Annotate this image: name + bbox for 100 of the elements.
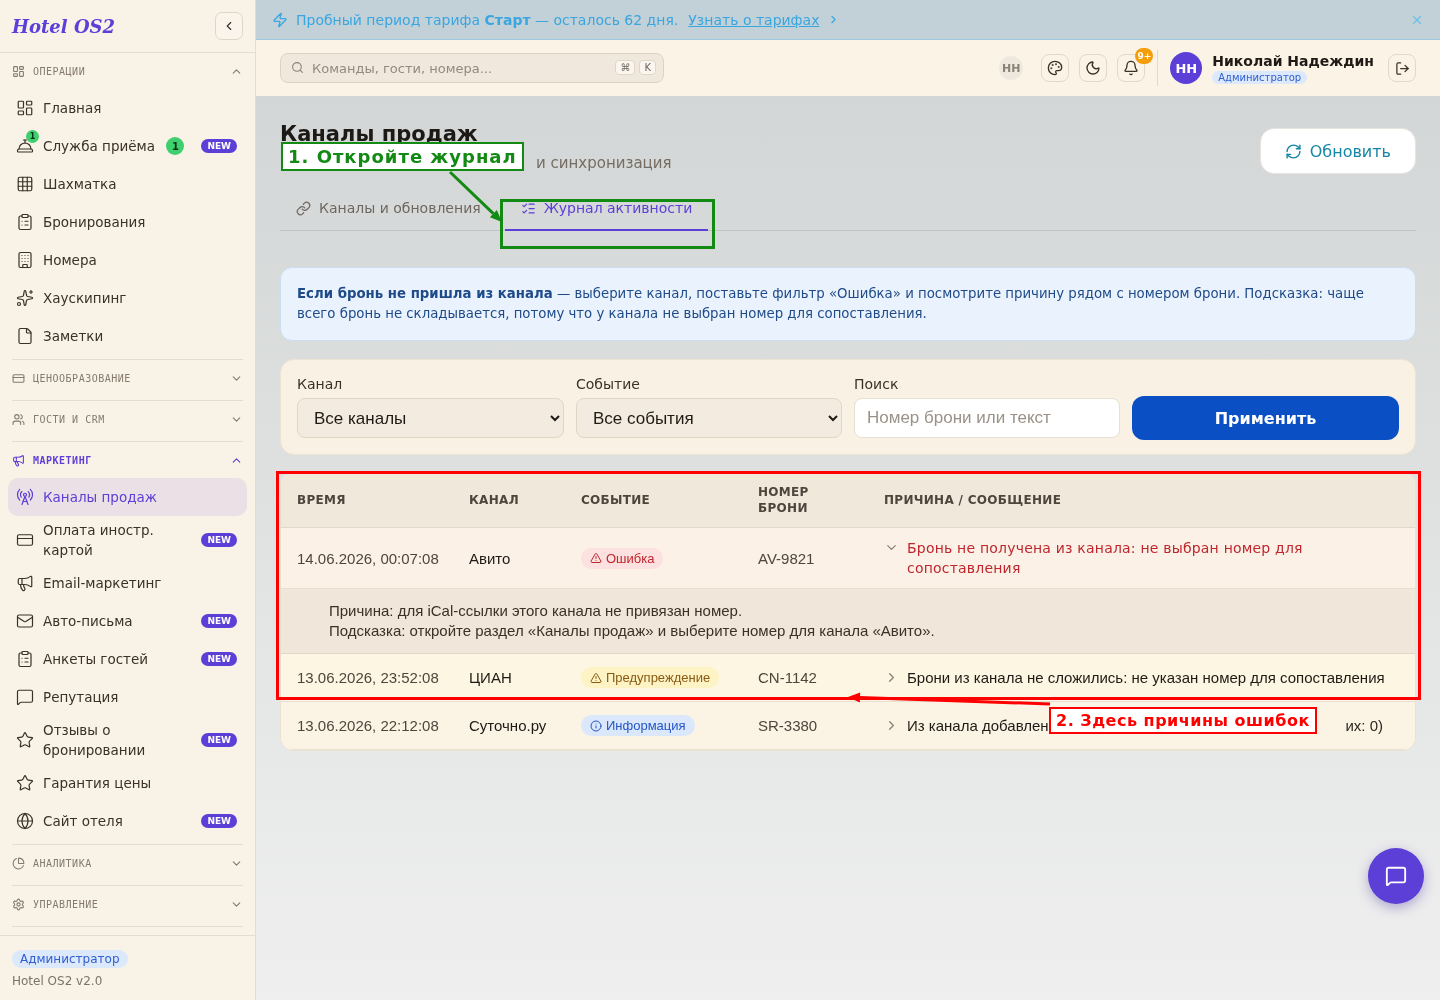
sidebar-item[interactable]: Заметки bbox=[8, 317, 247, 355]
nav-icon bbox=[16, 574, 34, 592]
sidebar-item[interactable]: Email-маркетинг bbox=[8, 564, 247, 602]
section-header[interactable]: ЦЕНООБРАЗОВАНИЕ bbox=[12, 360, 243, 396]
sidebar-item[interactable]: Каналы продаж bbox=[8, 478, 247, 516]
presence-avatar: НН bbox=[999, 56, 1024, 80]
message-text: Бронь не получена из канала: не выбран номер для сопоставления bbox=[907, 539, 1304, 578]
section-icon bbox=[12, 371, 25, 385]
sidebar-item[interactable]: Авто-письма NEW bbox=[8, 602, 247, 640]
nav-icon bbox=[16, 688, 34, 706]
role-badge: Администратор bbox=[12, 950, 128, 968]
column-header: НОМЕР БРОНИ bbox=[758, 483, 810, 516]
channel-select[interactable]: Все каналы bbox=[297, 398, 564, 438]
nav-icon bbox=[16, 251, 34, 269]
user-role-badge: Администратор bbox=[1212, 70, 1308, 84]
chat-icon bbox=[1385, 865, 1407, 887]
tab[interactable]: Журнал активности bbox=[504, 186, 709, 231]
event-badge: Информация bbox=[581, 715, 695, 736]
message-text: Брони из канала не сложились: не указан номер для сопоставления bbox=[907, 667, 1385, 688]
apply-button[interactable]: Применить bbox=[1132, 396, 1399, 440]
booking-cell-text: AV-9821 bbox=[758, 549, 816, 567]
sidebar-item[interactable]: Отзывы о бронировании NEW bbox=[8, 716, 247, 764]
logo: Hotel OS2 bbox=[12, 15, 116, 37]
channel-cell-text: ЦИАН bbox=[469, 669, 513, 686]
booking-cell-text: SR-3380 bbox=[758, 717, 819, 734]
time-cell-text: 13.06.2026, 23:52:08 bbox=[297, 669, 440, 686]
user-name: Николай Надеждин bbox=[1212, 52, 1374, 69]
time-cell-text: 14.06.2026, 00:07:08 bbox=[297, 549, 440, 567]
section-icon bbox=[12, 64, 25, 78]
bolt-icon bbox=[272, 11, 288, 28]
callout-label: 1. Откройте журнал bbox=[281, 142, 524, 171]
logout-button[interactable] bbox=[1388, 54, 1416, 82]
tab[interactable]: Каналы и обновления bbox=[280, 186, 497, 231]
event-select[interactable]: Все события bbox=[576, 398, 842, 438]
field-label: Канал bbox=[297, 376, 344, 392]
refresh-icon bbox=[1284, 142, 1302, 160]
chat-button[interactable] bbox=[1368, 848, 1424, 904]
column-header: ПРИЧИНА / СООБЩЕНИЕ bbox=[884, 491, 1063, 508]
section-icon bbox=[12, 897, 25, 911]
count-badge: 1 bbox=[166, 137, 185, 155]
callout-label: 2. Здесь причины ошибок bbox=[1049, 707, 1317, 734]
details-text: Подсказка: откройте раздел «Каналы продаж» и выберите номер для канала «Авито». bbox=[329, 621, 936, 641]
sidebar-item[interactable]: Хаускипинг bbox=[8, 279, 247, 317]
channel-cell-text: Суточно.ру bbox=[469, 717, 548, 734]
section-icon bbox=[12, 412, 25, 426]
nav-icon bbox=[16, 327, 34, 345]
checklist-icon bbox=[520, 200, 536, 216]
column-header: ВРЕМЯ bbox=[297, 491, 347, 508]
message-text: их: 0) bbox=[1345, 715, 1383, 736]
logout-icon bbox=[1394, 60, 1410, 76]
sidebar-item[interactable]: Репутация bbox=[8, 678, 247, 716]
sidebar-item[interactable]: Гарантия цены bbox=[8, 764, 247, 802]
sidebar-item[interactable]: 1 Служба приёма 1 NEW bbox=[8, 127, 247, 165]
sidebar-item[interactable]: Шахматка bbox=[8, 165, 247, 203]
sidebar-item[interactable]: Сайт отеля NEW bbox=[8, 802, 247, 840]
section-header[interactable]: ОПЕРАЦИИ bbox=[12, 53, 243, 89]
nav-icon bbox=[16, 612, 34, 630]
sidebar-item[interactable]: Бронирования bbox=[8, 203, 247, 241]
nav-icon bbox=[16, 175, 34, 193]
search-input[interactable]: Номер брони или текст bbox=[854, 398, 1120, 438]
details-text: Причина: для iCal-ссылки этого канала не привязан номер. bbox=[329, 601, 744, 621]
sidebar-item[interactable]: Главная bbox=[8, 89, 247, 127]
event-badge: Предупреждение bbox=[581, 667, 720, 688]
new-badge: NEW bbox=[201, 614, 237, 628]
refresh-button[interactable]: Обновить bbox=[1259, 128, 1416, 174]
shortcut-key: K bbox=[639, 60, 656, 75]
section-icon bbox=[12, 453, 25, 467]
nav-icon bbox=[16, 774, 34, 792]
channel-cell-text: Авито bbox=[469, 549, 512, 567]
column-header: СОБЫТИЕ bbox=[581, 491, 651, 508]
message-text: Из канала добавлен bbox=[907, 715, 1049, 736]
nav-icon bbox=[16, 731, 34, 749]
banner-text: Пробный период тарифа Старт — осталось 62 дня. bbox=[296, 11, 679, 28]
field-label: Поиск bbox=[854, 376, 900, 392]
version-label: Hotel OS2 v2.0 bbox=[12, 974, 103, 988]
booking-cell-text: CN-1142 bbox=[758, 669, 818, 686]
nav-icon bbox=[16, 650, 34, 668]
section-header[interactable]: МАРКЕТИНГ bbox=[12, 442, 243, 478]
new-badge: NEW bbox=[201, 139, 237, 153]
page-subtitle: и синхронизация bbox=[536, 154, 672, 172]
section-header[interactable]: АНАЛИТИКА bbox=[12, 845, 243, 881]
theme-button[interactable] bbox=[1041, 54, 1070, 82]
link-icon bbox=[296, 200, 311, 216]
sidebar-item[interactable]: Анкеты гостей NEW bbox=[8, 640, 247, 678]
nav-icon bbox=[16, 531, 34, 549]
section-header[interactable]: УПРАВЛЕНИЕ bbox=[12, 886, 243, 922]
icon-count-badge: 1 bbox=[26, 130, 39, 143]
new-badge: NEW bbox=[201, 652, 237, 666]
nav-icon bbox=[16, 289, 34, 307]
notification-badge: 9+ bbox=[1135, 48, 1154, 64]
section-icon bbox=[12, 856, 25, 870]
sidebar-item[interactable]: Оплата иностр. картой NEW bbox=[8, 516, 247, 564]
user-avatar[interactable]: НН bbox=[1170, 52, 1203, 84]
shortcut-key: ⌘ bbox=[615, 60, 636, 75]
new-badge: NEW bbox=[201, 733, 237, 747]
field-label: Событие bbox=[576, 376, 641, 392]
section-header[interactable]: ГОСТИ И CRM bbox=[12, 401, 243, 437]
dark-mode-button[interactable] bbox=[1079, 54, 1108, 82]
palette-icon bbox=[1047, 60, 1064, 76]
sidebar-item[interactable]: Номера bbox=[8, 241, 247, 279]
